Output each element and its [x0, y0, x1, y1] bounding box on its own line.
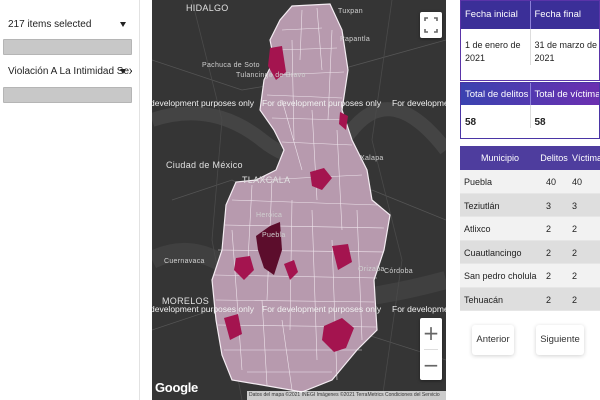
start-date-value: 1 de enero de 2021: [465, 40, 521, 63]
summary-panel: Fecha inicial Fecha final 1 de enero de …: [460, 0, 600, 400]
map-label-papantla: Papantla: [340, 36, 371, 43]
map-label-ciudad-mexico: Ciudad de México: [166, 160, 243, 170]
date-range-header: Fecha inicial Fecha final: [461, 1, 599, 29]
table-row: Puebla 40 40: [460, 170, 600, 194]
column-header-victimas[interactable]: Víctimas: [568, 146, 600, 170]
map-canvas: [152, 0, 446, 400]
start-date-label: Fecha inicial: [465, 9, 518, 20]
map-label-cuernavaca: Cuernavaca: [164, 258, 205, 265]
google-logo: Google: [155, 380, 198, 395]
map-label-tulancingo: Tulancingo de Bravo: [236, 72, 306, 79]
totals-card: Total de delitos Total de víctimas 58 58: [460, 82, 600, 139]
zoom-control: + −: [420, 318, 442, 380]
cell-municipio: San pedro cholula: [464, 271, 537, 281]
municipio-select[interactable]: 217 items selected: [3, 14, 132, 36]
map-label-tuxpan: Tuxpan: [338, 8, 363, 15]
cell-delitos: 2: [546, 224, 552, 234]
chevron-down-icon: [120, 69, 126, 74]
cell-municipio: Puebla: [464, 177, 493, 187]
chevron-down-icon: [120, 22, 126, 27]
cell-municipio: Atlixco: [464, 224, 491, 234]
cell-delitos: 3: [546, 200, 552, 211]
totals-header: Total de delitos Total de víctimas: [461, 83, 599, 105]
totals-values: 58 58: [461, 105, 599, 128]
map-attribution[interactable]: Datos del mapa ©2021 INEGI Imágenes ©202…: [247, 391, 446, 400]
municipio-table: Municipio Delitos Víctimas Puebla 40 40 …: [460, 146, 600, 311]
cell-municipio: Teziutlán: [464, 200, 500, 211]
table-row: Tehuacán 2 2: [460, 287, 600, 311]
date-range-card: Fecha inicial Fecha final 1 de enero de …: [460, 0, 600, 81]
total-delitos-value: 58: [465, 117, 477, 128]
cell-municipio: Cuautlancingo: [464, 247, 522, 258]
delito-select-bar[interactable]: [3, 87, 132, 103]
municipio-select-value: 217 items selected: [8, 19, 92, 30]
next-page-button[interactable]: Siguiente: [536, 325, 584, 355]
table-row: Cuautlancingo 2 2: [460, 240, 600, 264]
total-delitos-label: Total de delitos: [465, 89, 529, 100]
map-view[interactable]: HIDALGO Pachuca de Soto Tulancingo de Br…: [152, 0, 446, 400]
dev-watermark: For development purposes only: [262, 98, 382, 108]
zoom-out-button[interactable]: −: [420, 350, 442, 380]
map-label-cordoba: Córdoba: [384, 268, 413, 275]
fullscreen-icon: [424, 17, 438, 33]
delito-select-value: Violación A La Intimidad Sexual: [8, 66, 132, 77]
cell-victimas: 2: [572, 224, 578, 234]
dev-watermark: development purposes only: [152, 98, 254, 108]
delito-select[interactable]: Violación A La Intimidad Sexual: [3, 61, 132, 83]
cell-victimas: 2: [572, 271, 578, 281]
total-victimas-value: 58: [529, 105, 600, 128]
table-row: San pedro cholula 2 2: [460, 264, 600, 288]
municipio-select-bar[interactable]: [3, 39, 132, 55]
table-row: Teziutlán 3 3: [460, 193, 600, 217]
dev-watermark: For development: [392, 304, 446, 314]
table-row: Atlixco 2 2: [460, 217, 600, 241]
cell-victimas: 40: [572, 177, 583, 187]
date-range-values: 1 de enero de 2021 31 de marzo de 2021: [461, 29, 599, 65]
cell-delitos: 2: [546, 294, 552, 305]
map-label-pachuca: Pachuca de Soto: [202, 62, 260, 69]
column-header-delitos[interactable]: Delitos: [540, 146, 568, 170]
dev-watermark: development purposes only: [152, 304, 254, 314]
cell-victimas: 3: [572, 200, 578, 211]
map-label-puebla-city: Puebla: [262, 232, 286, 239]
cell-delitos: 2: [546, 247, 552, 258]
total-victimas-label: Total de víctimas: [529, 83, 599, 105]
map-label-xalapa: Xalapa: [360, 155, 384, 162]
cell-municipio: Tehuacán: [464, 294, 504, 305]
zoom-in-button[interactable]: +: [420, 318, 442, 348]
dev-watermark: For development: [392, 98, 446, 108]
dev-watermark: For development purposes only: [262, 304, 382, 314]
map-label-hidalgo: HIDALGO: [186, 3, 229, 13]
column-header-municipio[interactable]: Municipio: [460, 146, 540, 170]
filter-panel: 217 items selected Violación A La Intimi…: [0, 0, 140, 400]
cell-delitos: 40: [546, 177, 557, 187]
previous-page-button[interactable]: Anterior: [472, 325, 514, 355]
table-header: Municipio Delitos Víctimas: [460, 146, 600, 170]
map-label-tlaxcala: TLAXCALA: [242, 175, 291, 185]
end-date-label: Fecha final: [529, 1, 600, 29]
fullscreen-button[interactable]: [420, 12, 442, 38]
map-label-orizaba: Orizaba: [358, 266, 385, 273]
cell-victimas: 2: [572, 247, 578, 258]
map-label-heroica: Heroica: [256, 212, 283, 219]
cell-victimas: 2: [572, 294, 578, 305]
end-date-value: 31 de marzo de 2021: [529, 29, 600, 65]
cell-delitos: 2: [546, 271, 552, 281]
